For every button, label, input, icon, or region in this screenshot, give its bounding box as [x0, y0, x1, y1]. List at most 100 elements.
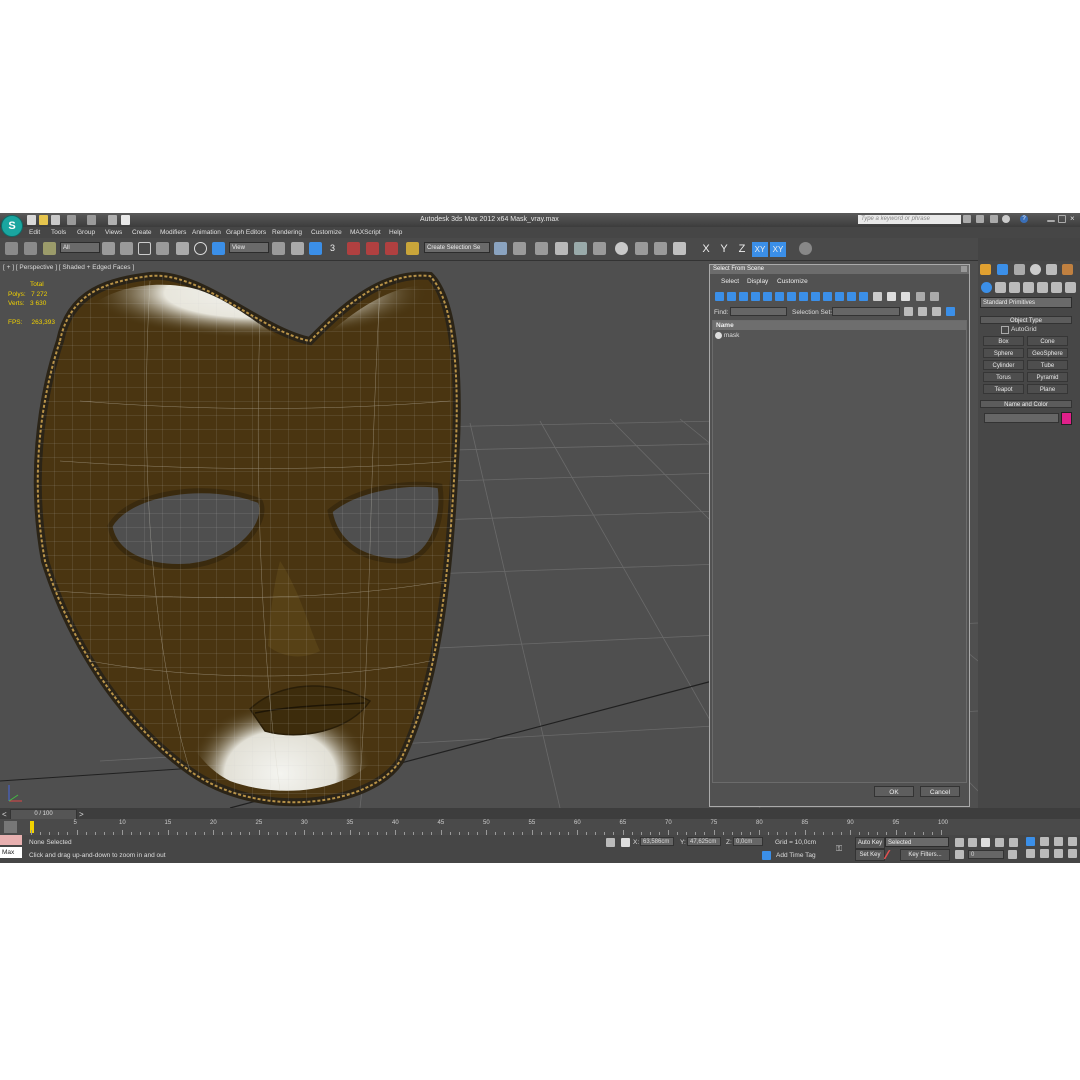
find-case-sensitive-icon[interactable]	[946, 307, 955, 316]
filter-icon[interactable]	[916, 292, 925, 301]
search-icon[interactable]	[963, 215, 971, 223]
cancel-button[interactable]: Cancel	[920, 786, 960, 797]
dialog-close-icon[interactable]	[961, 266, 967, 272]
link-icon[interactable]	[5, 242, 18, 255]
display-invert-icon[interactable]	[887, 292, 896, 301]
spinner-snap-icon[interactable]	[385, 242, 398, 255]
restrict-y-button[interactable]: Y	[716, 242, 732, 257]
display-spacewarps-icon[interactable]	[775, 292, 784, 301]
undo-icon[interactable]	[67, 215, 76, 225]
cameras-icon[interactable]	[1023, 282, 1034, 293]
object-name-input[interactable]	[984, 413, 1059, 423]
zoom-all-icon[interactable]	[1040, 837, 1049, 846]
selection-set-add-icon[interactable]	[904, 307, 913, 316]
communication-icon[interactable]	[990, 215, 998, 223]
next-frame-icon[interactable]	[995, 838, 1004, 847]
maximize-icon[interactable]	[1058, 215, 1066, 223]
display-frozen-icon[interactable]	[835, 292, 844, 301]
current-frame-field[interactable]: 0	[968, 850, 1004, 859]
cylinder-button[interactable]: Cylinder	[983, 360, 1024, 370]
plane-button[interactable]: Plane	[1027, 384, 1068, 394]
object-type-rollout[interactable]: Object Type	[980, 316, 1072, 324]
dialog-menu-select[interactable]: Select	[721, 278, 739, 285]
close-window-icon[interactable]: ×	[1070, 215, 1078, 223]
display-containers-icon[interactable]	[823, 292, 832, 301]
pan-view-icon[interactable]	[1040, 849, 1049, 858]
modify-tab-icon[interactable]	[997, 264, 1008, 275]
menu-customize[interactable]: Customize	[311, 229, 342, 236]
display-tab-icon[interactable]	[1046, 264, 1057, 275]
reference-coordinate-dropdown[interactable]: View	[229, 242, 269, 253]
tube-button[interactable]: Tube	[1027, 360, 1068, 370]
sphere-button[interactable]: Sphere	[983, 348, 1024, 358]
space-warps-icon[interactable]	[1051, 282, 1062, 293]
snap-toggle-icon[interactable]: 3	[330, 242, 343, 255]
scene-object-list[interactable]: Name mask	[712, 320, 967, 783]
display-geometry-icon[interactable]	[715, 292, 724, 301]
previous-frame-icon[interactable]	[968, 838, 977, 847]
menu-tools[interactable]: Tools	[51, 229, 66, 236]
selection-set-dropdown[interactable]	[832, 307, 900, 316]
help-icon[interactable]: ?	[1020, 215, 1028, 223]
named-selection-set-dropdown[interactable]: Create Selection Se	[424, 242, 490, 253]
subscription-icon[interactable]	[976, 215, 984, 223]
restrict-plane-cycle-button[interactable]: XY	[770, 242, 786, 257]
maximize-viewport-icon[interactable]	[1068, 849, 1077, 858]
find-input[interactable]	[730, 307, 787, 316]
restrict-x-button[interactable]: X	[698, 242, 714, 257]
box-button[interactable]: Box	[983, 336, 1024, 346]
cone-button[interactable]: Cone	[1027, 336, 1068, 346]
angle-snap-icon[interactable]	[347, 242, 360, 255]
pivot-center-icon[interactable]	[272, 242, 285, 255]
favorites-star-icon[interactable]	[1002, 215, 1010, 223]
vray-icon[interactable]	[799, 242, 812, 255]
mirror-icon[interactable]	[494, 242, 507, 255]
teapot-button[interactable]: Teapot	[983, 384, 1024, 394]
selection-lock-icon[interactable]	[606, 838, 615, 847]
z-coordinate-field[interactable]: 0,0cm	[733, 837, 763, 846]
layer-manager-icon[interactable]	[535, 242, 548, 255]
menu-edit[interactable]: Edit	[29, 229, 40, 236]
move-icon[interactable]	[176, 242, 189, 255]
zoom-viewport-icon[interactable]	[1026, 837, 1035, 846]
scale-icon[interactable]	[212, 242, 225, 255]
schematic-view-icon[interactable]	[593, 242, 606, 255]
align-icon[interactable]	[513, 242, 526, 255]
helpers-icon[interactable]	[1037, 282, 1048, 293]
rotate-icon[interactable]	[194, 242, 207, 255]
lights-icon[interactable]	[1009, 282, 1020, 293]
select-object-icon[interactable]	[102, 242, 115, 255]
restrict-z-button[interactable]: Z	[734, 242, 750, 257]
rendered-frame-window-icon[interactable]	[654, 242, 667, 255]
display-helpers-icon[interactable]	[763, 292, 772, 301]
display-bones-icon[interactable]	[811, 292, 820, 301]
selection-filter-dropdown[interactable]: All	[60, 242, 100, 253]
menu-graph-editors[interactable]: Graph Editors	[226, 229, 266, 236]
key-icon[interactable]: ⚿	[836, 844, 845, 853]
object-color-swatch[interactable]	[1061, 412, 1072, 425]
display-groups-icon[interactable]	[787, 292, 796, 301]
open-mini-curve-editor-icon[interactable]	[4, 821, 17, 833]
time-slider-prev-icon[interactable]: <	[2, 810, 7, 819]
torus-button[interactable]: Torus	[983, 372, 1024, 382]
curve-editor-icon[interactable]	[574, 242, 587, 255]
maxscript-listener-icon[interactable]	[0, 835, 22, 845]
material-editor-icon[interactable]	[615, 242, 628, 255]
absolute-mode-icon[interactable]	[621, 838, 630, 847]
edit-named-selection-icon[interactable]	[406, 242, 419, 255]
menu-group[interactable]: Group	[77, 229, 95, 236]
viewport-label[interactable]: [ + ] [ Perspective ] [ Shaded + Edged F…	[3, 264, 134, 271]
time-tag-icon[interactable]	[762, 851, 771, 860]
dialog-menu-display[interactable]: Display	[747, 278, 768, 285]
percent-snap-icon[interactable]	[366, 242, 379, 255]
go-to-end-icon[interactable]	[1009, 838, 1018, 847]
display-lights-icon[interactable]	[739, 292, 748, 301]
zoom-extents-icon[interactable]	[1054, 837, 1063, 846]
default-tangent-icon[interactable]	[883, 850, 900, 859]
maxscript-mini-listener[interactable]: Max	[0, 847, 22, 858]
display-hidden-icon[interactable]	[847, 292, 856, 301]
open-file-icon[interactable]	[39, 215, 48, 225]
display-xrefs-icon[interactable]	[799, 292, 808, 301]
filter-options-icon[interactable]	[930, 292, 939, 301]
ok-button[interactable]: OK	[874, 786, 914, 797]
